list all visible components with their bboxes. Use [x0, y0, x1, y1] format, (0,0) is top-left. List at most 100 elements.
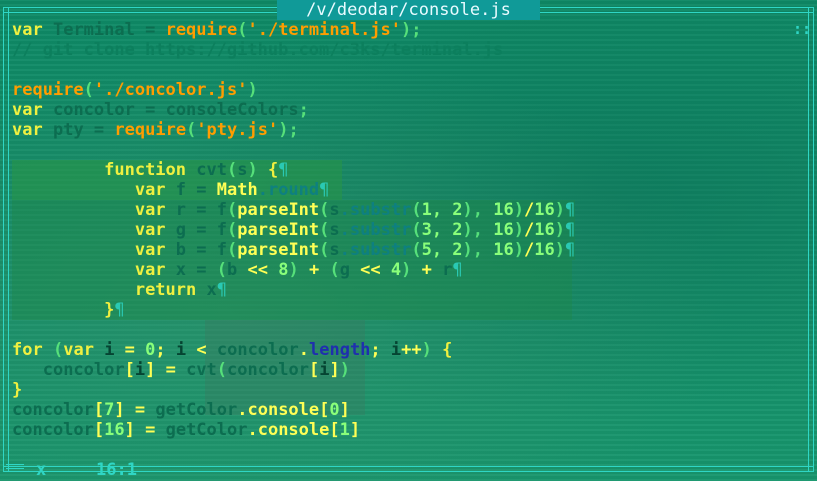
- code-line[interactable]: var concolor = consoleColors;: [12, 100, 787, 120]
- code-token: <<: [349, 260, 391, 280]
- code-token: (: [411, 240, 422, 260]
- code-line[interactable]: }: [12, 380, 787, 400]
- code-line[interactable]: concolor[16] = getColor.console[1]: [12, 420, 787, 440]
- status-mode[interactable]: x: [36, 460, 46, 481]
- code-token: [: [329, 420, 340, 440]
- code-line[interactable]: concolor[7] = getColor.console[0]: [12, 400, 787, 420]
- code-line[interactable]: var f = Math.round¶: [12, 180, 787, 200]
- code-token: ]: [114, 400, 125, 420]
- code-line-content: var r = f(parseInt(s.substr(1, 2), 16)/1…: [12, 200, 576, 220]
- code-token: require: [165, 20, 238, 40]
- pilcrow-icon: ¶: [319, 180, 330, 200]
- code-token: r: [442, 260, 453, 280]
- code-line[interactable]: return x¶: [12, 280, 787, 300]
- code-token: ): [421, 340, 432, 360]
- code-token: .console: [237, 400, 320, 420]
- code-token: <<: [237, 260, 279, 280]
- code-token: <: [186, 340, 217, 360]
- code-line[interactable]: for (var i = 0; i < concolor.length; i++…: [12, 340, 787, 360]
- code-token: 1: [421, 200, 432, 220]
- code-token: 2: [452, 240, 463, 260]
- code-editor[interactable]: var Terminal = require('./terminal.js');…: [12, 20, 787, 440]
- code-token: ): [401, 260, 412, 280]
- code-token: ): [462, 200, 473, 220]
- code-token: i: [175, 340, 187, 360]
- code-line[interactable]: var pty = require('pty.js');: [12, 120, 787, 140]
- code-line-content: return x¶: [12, 280, 572, 300]
- code-token: =: [186, 180, 217, 200]
- code-line[interactable]: var x = (b << 8) + (g << 4) + r¶: [12, 260, 787, 280]
- code-line[interactable]: var r = f(parseInt(s.substr(1, 2), 16)/1…: [12, 200, 787, 220]
- code-token: var: [12, 120, 43, 140]
- code-line[interactable]: [12, 320, 787, 340]
- code-line[interactable]: var Terminal = require('./terminal.js');: [12, 20, 787, 40]
- code-token: ): [247, 160, 258, 180]
- code-token: require: [12, 80, 84, 100]
- code-token: [: [93, 400, 105, 420]
- code-line[interactable]: var g = f(parseInt(s.substr(3, 2), 16)/1…: [12, 220, 787, 240]
- code-token: ]: [339, 400, 350, 420]
- code-token: =: [134, 420, 166, 440]
- code-token: ): [513, 240, 525, 260]
- status-divider: [6, 464, 24, 469]
- code-token: );: [278, 120, 299, 140]
- code-token: 16: [534, 220, 555, 240]
- code-token: (: [186, 120, 197, 140]
- code-line[interactable]: concolor[i] = cvt(concolor[i]): [12, 360, 787, 380]
- code-token: s: [329, 220, 340, 240]
- code-token: 1: [339, 420, 350, 440]
- code-token: [: [93, 420, 105, 440]
- code-token: var: [134, 200, 166, 220]
- code-line-content: }: [12, 380, 22, 400]
- code-line[interactable]: }¶: [12, 300, 787, 320]
- code-token: ): [554, 240, 565, 260]
- code-token: ): [339, 360, 350, 380]
- code-token: (: [226, 160, 238, 180]
- code-token: 16: [493, 200, 514, 220]
- code-token: =: [186, 220, 217, 240]
- code-token: ,: [472, 200, 494, 220]
- code-line-content: var x = (b << 8) + (g << 4) + r¶: [12, 260, 572, 280]
- code-token: ): [513, 200, 525, 220]
- corner-handle-icon[interactable]: ::: [793, 20, 811, 38]
- code-token: for: [12, 340, 43, 360]
- code-line[interactable]: function cvt(s) {¶: [12, 160, 787, 180]
- code-token: =: [134, 20, 166, 40]
- code-token: (: [411, 200, 422, 220]
- pilcrow-icon: ¶: [216, 280, 227, 300]
- code-line[interactable]: [12, 60, 787, 80]
- code-token: length: [309, 340, 371, 360]
- code-line[interactable]: // git clone https://github.com/c3ks/ter…: [12, 40, 787, 60]
- code-token: r: [175, 200, 187, 220]
- code-token: 8: [278, 260, 289, 280]
- code-token: pty: [52, 120, 84, 140]
- window-title: /v/deodar/console.js: [277, 0, 540, 20]
- code-token: ;: [370, 340, 391, 360]
- code-line[interactable]: var b = f(parseInt(s.substr(5, 2), 16)/1…: [12, 240, 787, 260]
- code-token: /: [524, 220, 535, 240]
- status-bar: x 16:1: [0, 460, 817, 481]
- code-line[interactable]: require('./concolor.js'): [12, 80, 787, 100]
- code-token: (: [329, 260, 340, 280]
- code-token: cvt: [186, 360, 217, 380]
- code-token: return: [134, 280, 197, 300]
- code-token: concolor: [12, 420, 94, 440]
- window-frame-right: [808, 8, 814, 471]
- code-line[interactable]: [12, 140, 787, 160]
- code-token: getColor: [165, 420, 248, 440]
- code-token: f: [216, 240, 228, 260]
- code-token: i: [319, 360, 330, 380]
- code-token: ,: [431, 200, 453, 220]
- code-token: 16: [493, 240, 514, 260]
- code-token: require: [114, 120, 187, 140]
- code-token: parseInt: [237, 220, 320, 240]
